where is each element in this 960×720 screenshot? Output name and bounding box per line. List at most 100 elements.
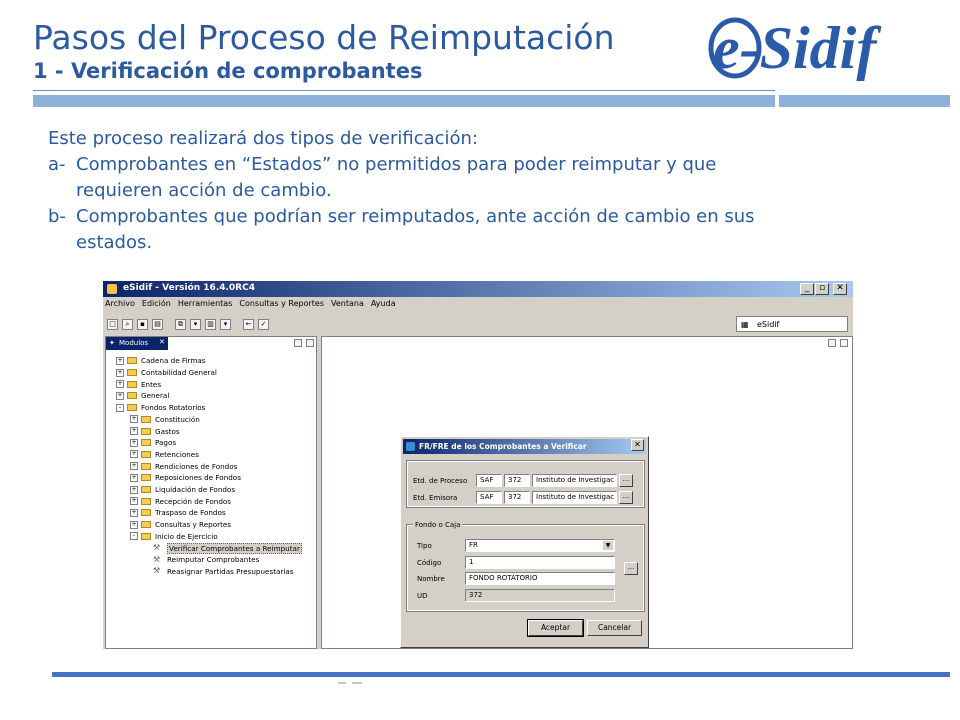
tree-item[interactable]: + Traspaso de Fondos	[130, 507, 226, 519]
dropdown-icon[interactable]: ▾	[220, 318, 231, 330]
expand-icon[interactable]: +	[130, 427, 138, 436]
list-marker: b-	[48, 206, 66, 227]
menu-edicion[interactable]: Edición	[142, 299, 171, 313]
tree-item[interactable]: ⚒ Reimputar Comprobantes	[144, 554, 259, 566]
new-icon[interactable]: □	[107, 318, 118, 330]
cancel-button[interactable]: Cancelar	[587, 620, 642, 636]
etd-emisora-code[interactable]: 372	[504, 491, 530, 504]
expand-icon[interactable]: +	[130, 473, 138, 482]
tree-item[interactable]: - Fondos Rotatorios	[116, 402, 205, 414]
etd-proceso-saf[interactable]: SAF	[476, 474, 502, 487]
close-icon[interactable]: ✕	[631, 439, 644, 451]
minimize-icon[interactable]	[294, 339, 302, 347]
dropdown-icon[interactable]: ▾	[190, 318, 201, 330]
tree-item-label: Rendiciones de Fondos	[155, 461, 238, 471]
run-icon[interactable]: ✓	[258, 318, 269, 330]
etd-proceso-lookup-button[interactable]: ...	[619, 474, 633, 487]
folder-icon	[141, 427, 151, 435]
menu-herramientas[interactable]: Herramientas	[178, 299, 233, 313]
codigo-input[interactable]: 1	[465, 556, 615, 569]
back-icon[interactable]: ←	[243, 318, 254, 330]
tree-item-label: Verificar Comprobantes a Reimputar	[167, 542, 302, 554]
expand-icon[interactable]: +	[130, 508, 138, 517]
maximize-icon[interactable]	[840, 339, 848, 347]
tree-item[interactable]: + Contabilidad General	[116, 367, 217, 379]
tree-item[interactable]: ⚒ Reasignar Partidas Presupuestarias	[144, 566, 294, 578]
maximize-icon[interactable]	[306, 339, 314, 347]
tree-item-label: Recepción de Fondos	[155, 496, 232, 506]
close-icon[interactable]: ✕	[159, 338, 165, 346]
tree-item[interactable]: + Cadena de Firmas	[116, 355, 206, 367]
nombre-input[interactable]: FONDO ROTATORIO	[465, 572, 615, 585]
etd-proceso-name[interactable]: Instituto de Investigac	[532, 474, 617, 487]
tree-item[interactable]: + Recepción de Fondos	[130, 495, 231, 507]
tree-item[interactable]: + Reposiciones de Fondos	[130, 472, 241, 484]
tree-item[interactable]: + Gastos	[130, 425, 180, 437]
slide-title: Pasos del Proceso de Reimputación	[33, 18, 615, 57]
fondo-lookup-button[interactable]: ...	[624, 562, 638, 575]
accept-button[interactable]: Aceptar	[527, 619, 584, 637]
copy-icon[interactable]: ⧉	[175, 318, 186, 330]
collapse-icon[interactable]: -	[130, 532, 138, 541]
folder-icon	[141, 474, 151, 482]
expand-icon[interactable]: +	[116, 356, 124, 365]
list-item: b- Comprobantes que podrían ser reimputa…	[48, 204, 928, 256]
dialog-titlebar: FR/FRE de los Comprobantes a Verificar	[403, 439, 646, 454]
list-marker: a-	[48, 154, 66, 175]
tree-item[interactable]: + General	[116, 390, 169, 402]
menu-ayuda[interactable]: Ayuda	[371, 299, 396, 313]
paste-icon[interactable]: ▥	[205, 318, 216, 330]
expand-icon[interactable]: +	[130, 450, 138, 459]
expand-icon[interactable]: +	[116, 391, 124, 400]
expand-icon[interactable]: +	[116, 368, 124, 377]
tree-item-label: Consultas y Reportes	[155, 520, 232, 530]
perspective-switcher[interactable]: ▦ eSidif	[736, 316, 848, 332]
tree-item[interactable]: + Rendiciones de Fondos	[130, 460, 237, 472]
modules-panel: ✦ Modulos ✕ + Cadena de Firmas + Contabilid…	[105, 336, 317, 649]
expand-icon[interactable]: +	[130, 520, 138, 529]
search-icon[interactable]: ⌕	[122, 318, 133, 330]
menu-archivo[interactable]: Archivo	[105, 299, 135, 313]
tool-icon: ⚒	[153, 566, 161, 576]
esidif-logo: e-Sidif	[708, 15, 881, 81]
expand-icon[interactable]: +	[130, 438, 138, 447]
expand-icon[interactable]: +	[130, 462, 138, 471]
tree-item[interactable]: + Retenciones	[130, 449, 199, 461]
tree-item-label: Contabilidad General	[141, 368, 217, 378]
tree-item[interactable]: ⚒ Verificar Comprobantes a Reimputar	[144, 542, 302, 554]
etd-emisora-label: Etd. Emisora	[413, 494, 458, 502]
list-item-line: requieren acción de cambio.	[76, 180, 332, 201]
tree-item-label: Fondos Rotatorios	[141, 403, 206, 413]
tree-item[interactable]: + Pagos	[130, 437, 176, 449]
fondo-group-label: Fondo o Caja	[413, 521, 463, 529]
close-icon[interactable]: ✕	[833, 283, 847, 295]
tab-modulos[interactable]: ✦ Modulos ✕	[106, 337, 168, 350]
etd-proceso-code[interactable]: 372	[504, 474, 530, 487]
minimize-icon[interactable]: _	[800, 283, 814, 295]
etd-emisora-lookup-button[interactable]: ...	[619, 491, 633, 504]
print-icon[interactable]: ▤	[152, 318, 163, 330]
tree-item-label: Retenciones	[155, 449, 199, 459]
expand-icon[interactable]: +	[116, 380, 124, 389]
tree-item[interactable]: + Consultas y Reportes	[130, 519, 231, 531]
minimize-icon[interactable]	[828, 339, 836, 347]
tree-item[interactable]: - Inicio de Ejercicio	[130, 531, 218, 543]
etd-emisora-name[interactable]: Instituto de Investigac	[532, 491, 617, 504]
menu-consultas[interactable]: Consultas y Reportes	[239, 299, 324, 313]
tree-item[interactable]: + Constitución	[130, 414, 200, 426]
list-item-line: Comprobantes que podrían ser reimputados…	[76, 206, 755, 227]
chevron-down-icon[interactable]: ▼	[603, 541, 613, 550]
footer-mark	[352, 682, 362, 684]
tipo-select[interactable]: FR ▼	[465, 539, 615, 552]
expand-icon[interactable]: +	[130, 415, 138, 424]
tree-item[interactable]: + Liquidación de Fondos	[130, 484, 235, 496]
maximize-icon[interactable]: ▫	[815, 283, 829, 295]
menu-ventana[interactable]: Ventana	[331, 299, 364, 313]
expand-icon[interactable]: +	[130, 485, 138, 494]
tree-item[interactable]: + Entes	[116, 378, 161, 390]
expand-icon[interactable]: +	[130, 497, 138, 506]
collapse-icon[interactable]: -	[116, 403, 124, 412]
header-divider	[33, 90, 775, 91]
save-icon[interactable]: ▪	[137, 318, 148, 330]
etd-emisora-saf[interactable]: SAF	[476, 491, 502, 504]
